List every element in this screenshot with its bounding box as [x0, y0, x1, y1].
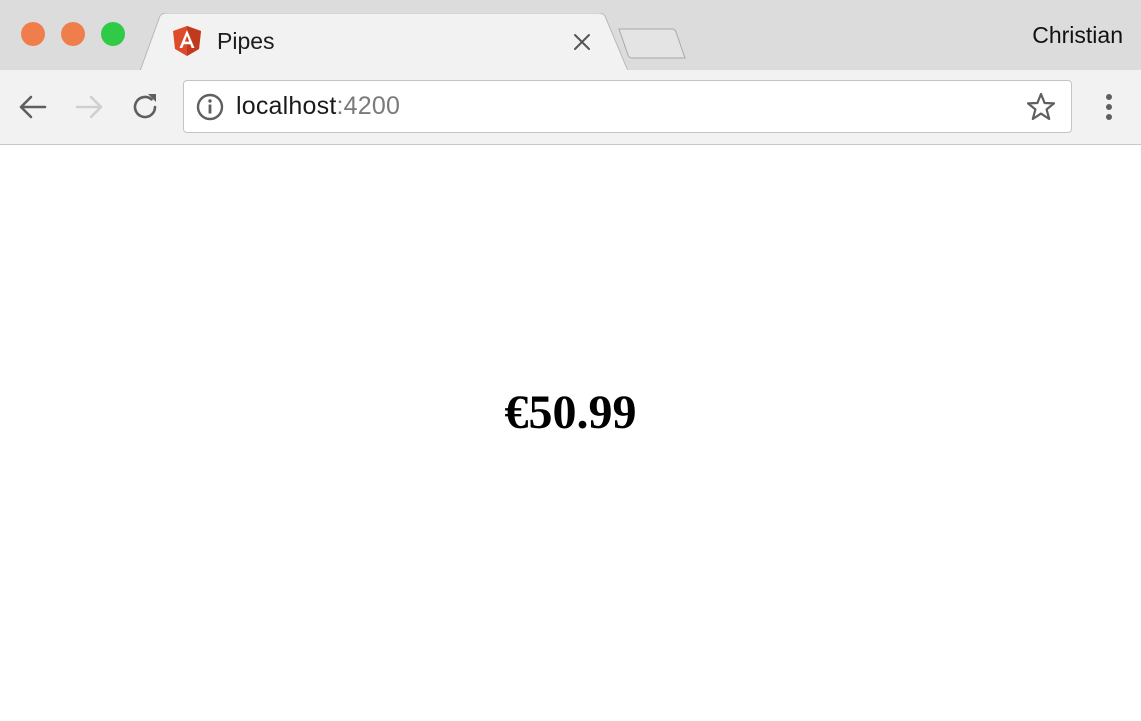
url-port: :4200 [336, 92, 401, 120]
tab-strip: Pipes Christian [0, 0, 1141, 71]
tab-close-icon[interactable] [571, 31, 593, 53]
tab-title: Pipes [217, 28, 275, 54]
star-icon[interactable] [1025, 91, 1057, 123]
window-minimize-button[interactable] [61, 22, 85, 46]
address-bar[interactable]: localhost:4200 [183, 80, 1072, 133]
new-tab-button[interactable] [616, 27, 688, 61]
arrow-left-icon[interactable] [16, 90, 50, 124]
window-close-button[interactable] [21, 22, 45, 46]
tab-background [140, 13, 628, 71]
url-text[interactable]: localhost:4200 [236, 92, 400, 121]
window-maximize-button[interactable] [101, 22, 125, 46]
reload-icon[interactable] [128, 90, 162, 124]
arrow-right-icon[interactable] [72, 90, 106, 124]
profile-name[interactable]: Christian [1032, 22, 1123, 49]
angular-logo-icon [173, 26, 201, 56]
info-icon[interactable] [196, 93, 224, 121]
tab-pipes[interactable]: Pipes [140, 13, 628, 71]
price-display: €50.99 [504, 386, 637, 439]
browser-toolbar: localhost:4200 [0, 70, 1141, 145]
url-host: localhost [236, 92, 337, 120]
vertical-ellipsis-icon[interactable] [1097, 90, 1121, 124]
page-content: €50.99 [0, 145, 1141, 721]
